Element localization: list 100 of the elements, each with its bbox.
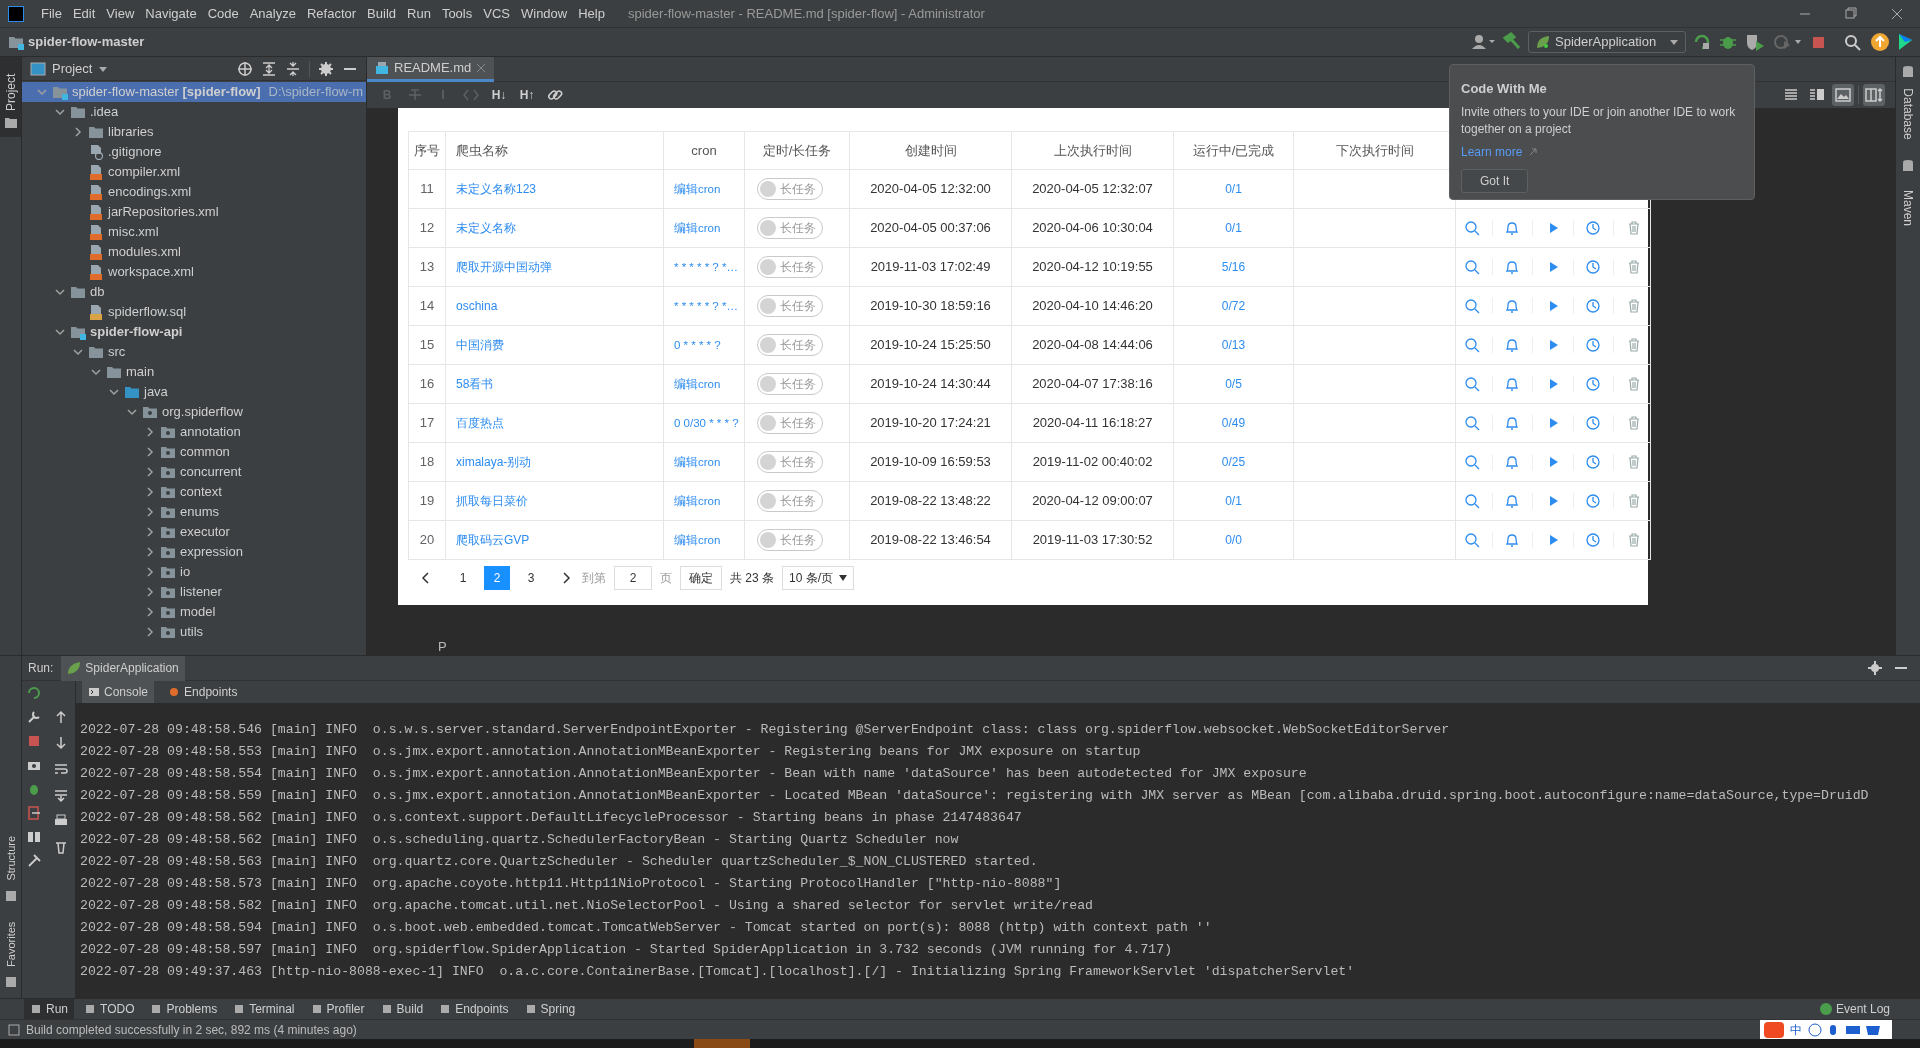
cron-link[interactable]: 编辑cron xyxy=(674,378,721,391)
run-count-link[interactable]: 0/25 xyxy=(1221,455,1246,470)
side-tool-tab[interactable]: Maven xyxy=(1899,177,1917,239)
tool-window-tab[interactable]: Run xyxy=(24,999,74,1019)
bell-icon[interactable] xyxy=(1504,337,1521,353)
menu-item[interactable]: Window xyxy=(515,3,573,24)
spider-name-link[interactable]: oschina xyxy=(456,299,498,314)
cron-link[interactable]: 编辑cron xyxy=(674,456,721,469)
clock-icon[interactable] xyxy=(1585,376,1602,392)
run-count-link[interactable]: 0/1 xyxy=(1225,494,1242,509)
search-icon[interactable] xyxy=(1463,454,1480,470)
tree-row[interactable]: jarRepositories.xml xyxy=(22,202,366,222)
run-count-link[interactable]: 0/13 xyxy=(1221,338,1246,353)
page-size-select[interactable]: 10 条/页 xyxy=(782,566,855,590)
ime-mode[interactable]: 中 xyxy=(1790,1020,1802,1039)
profile-run-icon[interactable] xyxy=(1772,32,1804,52)
tree-row[interactable]: utils xyxy=(22,622,366,642)
run-count-link[interactable]: 0/72 xyxy=(1221,299,1246,314)
product-logo-icon[interactable] xyxy=(1896,32,1914,52)
tree-row[interactable]: src xyxy=(22,342,366,362)
chevron-down-icon[interactable] xyxy=(90,366,102,378)
format-button[interactable]: H↑ xyxy=(517,85,537,105)
menu-item[interactable]: Code xyxy=(202,3,244,24)
got-it-button[interactable]: Got It xyxy=(1461,168,1529,193)
tool-window-tab[interactable]: Terminal xyxy=(227,999,301,1019)
clock-icon[interactable] xyxy=(1585,454,1602,470)
console-tab[interactable]: Console xyxy=(82,681,155,703)
project-tool-tab[interactable]: Project xyxy=(0,57,21,137)
tree-row[interactable]: compiler.xml xyxy=(22,162,366,182)
chevron-down-icon[interactable] xyxy=(54,286,66,298)
wrench-icon[interactable] xyxy=(26,709,42,725)
spider-name-link[interactable]: 未定义名称 xyxy=(456,221,516,236)
search-icon[interactable] xyxy=(1463,259,1480,275)
tree-row[interactable]: .idea xyxy=(22,102,366,122)
bell-icon[interactable] xyxy=(1504,454,1521,470)
run-count-link[interactable]: 0/5 xyxy=(1225,377,1242,392)
settings-icon[interactable] xyxy=(318,60,334,77)
collapse-all-icon[interactable] xyxy=(285,60,301,77)
run-count-link[interactable]: 0/0 xyxy=(1225,533,1242,548)
tree-row[interactable]: concurrent xyxy=(22,462,366,482)
spider-name-link[interactable]: ximalaya-别动 xyxy=(456,455,532,470)
tree-row[interactable]: .gitignore xyxy=(22,142,366,162)
tree-row[interactable]: context xyxy=(22,482,366,502)
menu-item[interactable]: File xyxy=(36,3,67,24)
tree-row[interactable]: io xyxy=(22,562,366,582)
tree-row[interactable]: expression xyxy=(22,542,366,562)
run-count-link[interactable]: 5/16 xyxy=(1221,260,1246,275)
bell-icon[interactable] xyxy=(1504,532,1521,548)
update-icon[interactable] xyxy=(1870,32,1890,52)
run-count-link[interactable]: 0/49 xyxy=(1221,416,1246,431)
tree-row[interactable]: db xyxy=(22,282,366,302)
spider-name-link[interactable]: 爬取开源中国动弹 xyxy=(456,260,552,275)
tree-row[interactable]: listener xyxy=(22,582,366,602)
spider-name-link[interactable]: 58看书 xyxy=(456,377,494,392)
tree-row[interactable]: enums xyxy=(22,502,366,522)
tree-row[interactable]: java xyxy=(22,382,366,402)
search-icon[interactable] xyxy=(1463,376,1480,392)
tree-row[interactable]: libraries xyxy=(22,122,366,142)
chevron-down-icon[interactable] xyxy=(54,106,66,118)
rerun-icon[interactable] xyxy=(1692,32,1712,52)
user-icon[interactable] xyxy=(1470,32,1496,52)
chevron-down-icon[interactable] xyxy=(54,326,66,338)
console-tab[interactable]: Endpoints xyxy=(162,681,244,703)
cron-link[interactable]: 编辑cron xyxy=(674,222,721,235)
menu-item[interactable]: VCS xyxy=(478,3,515,24)
editor-tab[interactable]: README.md xyxy=(367,57,495,82)
tree-row[interactable]: annotation xyxy=(22,422,366,442)
menu-item[interactable]: Refactor xyxy=(301,3,362,24)
tool-window-tab[interactable]: Spring xyxy=(518,999,582,1019)
shield-run-icon[interactable] xyxy=(1744,32,1766,52)
menu-item[interactable]: Help xyxy=(573,3,610,24)
menu-item[interactable]: Navigate xyxy=(140,3,202,24)
confirm-button[interactable]: 确定 xyxy=(680,566,722,590)
menu-item[interactable]: Build xyxy=(362,3,401,24)
application-tab[interactable]: SpiderApplication xyxy=(61,655,185,681)
bell-icon[interactable] xyxy=(1504,415,1521,431)
pin-icon[interactable] xyxy=(26,853,42,869)
tree-row[interactable]: org.spiderflow xyxy=(22,402,366,422)
cron-link[interactable]: 0 * * * * ? xyxy=(674,339,721,352)
expand-all-icon[interactable] xyxy=(261,60,277,77)
menu-item[interactable]: Run xyxy=(402,3,436,24)
search-icon[interactable] xyxy=(1463,493,1480,509)
search-icon[interactable] xyxy=(1463,415,1480,431)
tree-row[interactable]: spider-flow-api xyxy=(22,322,366,342)
tool-window-tab[interactable]: Build xyxy=(374,999,430,1019)
page-button[interactable]: 3 xyxy=(518,566,544,590)
rerun-icon[interactable] xyxy=(26,685,42,701)
cron-link[interactable]: 编辑cron xyxy=(674,183,721,196)
wrap-icon[interactable] xyxy=(52,761,69,777)
tool-window-tab[interactable]: Endpoints xyxy=(433,999,515,1019)
hammer-icon[interactable] xyxy=(1502,32,1522,52)
view-mode-icon[interactable] xyxy=(1832,84,1854,106)
cron-link[interactable]: 编辑cron xyxy=(674,534,721,547)
chevron-down-icon[interactable] xyxy=(126,406,138,418)
tree-row[interactable]: model xyxy=(22,602,366,622)
menu-item[interactable]: Edit xyxy=(67,3,101,24)
clock-icon[interactable] xyxy=(1585,415,1602,431)
clock-icon[interactable] xyxy=(1585,532,1602,548)
settings-icon[interactable] xyxy=(1868,661,1882,675)
search-icon[interactable] xyxy=(1463,220,1480,236)
